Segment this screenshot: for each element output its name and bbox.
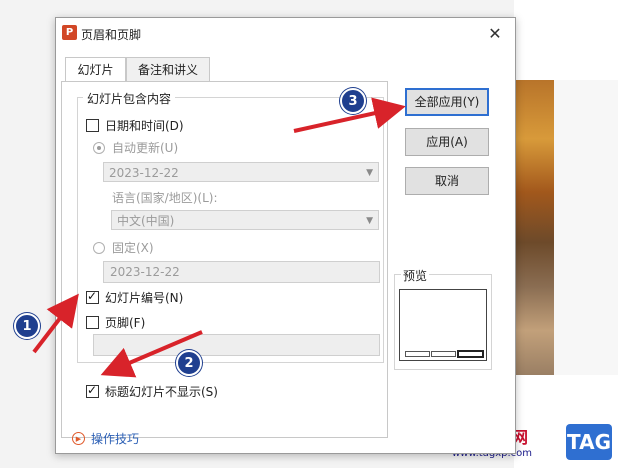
slide-image: [514, 80, 554, 375]
powerpoint-icon: P: [62, 25, 77, 40]
apply-all-button[interactable]: 全部应用(Y): [405, 88, 489, 116]
fixed-date-field[interactable]: 2023-12-22: [103, 261, 380, 283]
tips-label: 操作技巧: [91, 432, 140, 446]
chevron-down-icon: ▼: [366, 168, 373, 178]
hide-on-title-option[interactable]: 标题幻灯片不显示(S): [86, 383, 218, 400]
fixed-label: 固定(X): [112, 241, 154, 255]
close-icon[interactable]: ✕: [484, 24, 506, 44]
step-badge-3: 3: [340, 88, 366, 114]
preview-label: 预览: [401, 267, 430, 284]
preview-number-slot: [457, 350, 484, 358]
hide-on-title-label: 标题幻灯片不显示(S): [105, 385, 218, 399]
date-time-checkbox[interactable]: [86, 119, 99, 132]
chevron-down-icon: ▼: [366, 216, 373, 226]
step-badge-1: 1: [14, 313, 40, 339]
title-bar: P 页眉和页脚 ✕: [56, 18, 515, 52]
preview-date-slot: [405, 351, 430, 357]
hide-on-title-checkbox[interactable]: [86, 383, 99, 398]
tab-notes-handouts[interactable]: 备注和讲义: [126, 57, 210, 82]
background-strip: [554, 80, 618, 375]
preview-footer-slot: [431, 351, 456, 357]
date-time-option[interactable]: 日期和时间(D): [86, 117, 184, 134]
group-label: 幻灯片包含内容: [83, 90, 176, 107]
play-icon: ▶: [72, 432, 85, 445]
date-time-label: 日期和时间(D): [105, 119, 184, 133]
language-select[interactable]: 中文(中国) ▼: [111, 210, 379, 230]
slide-number-label: 幻灯片编号(N): [105, 291, 184, 305]
footer-label: 页脚(F): [105, 316, 146, 330]
watermark-tag-logo: TAG: [566, 424, 612, 460]
fixed-option[interactable]: 固定(X): [93, 239, 154, 256]
dialog-title: 页眉和页脚: [81, 28, 142, 42]
apply-button[interactable]: 应用(A): [405, 128, 489, 156]
cancel-button[interactable]: 取消: [405, 167, 489, 195]
auto-update-date-value: 2023-12-22: [109, 166, 179, 180]
auto-update-date-select[interactable]: 2023-12-22 ▼: [103, 162, 379, 182]
footer-option[interactable]: 页脚(F): [86, 314, 145, 331]
footer-text-field[interactable]: [93, 334, 380, 356]
auto-update-option[interactable]: 自动更新(U): [93, 139, 178, 156]
auto-update-radio[interactable]: [93, 141, 105, 154]
tab-slides[interactable]: 幻灯片: [65, 57, 126, 83]
slide-number-option[interactable]: 幻灯片编号(N): [86, 289, 183, 306]
auto-update-label: 自动更新(U): [112, 141, 179, 155]
language-value: 中文(中国): [117, 214, 175, 228]
footer-checkbox[interactable]: [86, 316, 99, 329]
tips-link[interactable]: ▶ 操作技巧: [72, 430, 139, 447]
header-footer-dialog: P 页眉和页脚 ✕ 幻灯片 备注和讲义 幻灯片包含内容 日期和时间(D) 自动更…: [55, 17, 516, 454]
step-badge-2: 2: [176, 350, 202, 376]
fixed-radio[interactable]: [93, 241, 105, 254]
slide-number-checkbox[interactable]: [86, 289, 99, 304]
language-label: 语言(国家/地区)(L):: [112, 191, 218, 205]
